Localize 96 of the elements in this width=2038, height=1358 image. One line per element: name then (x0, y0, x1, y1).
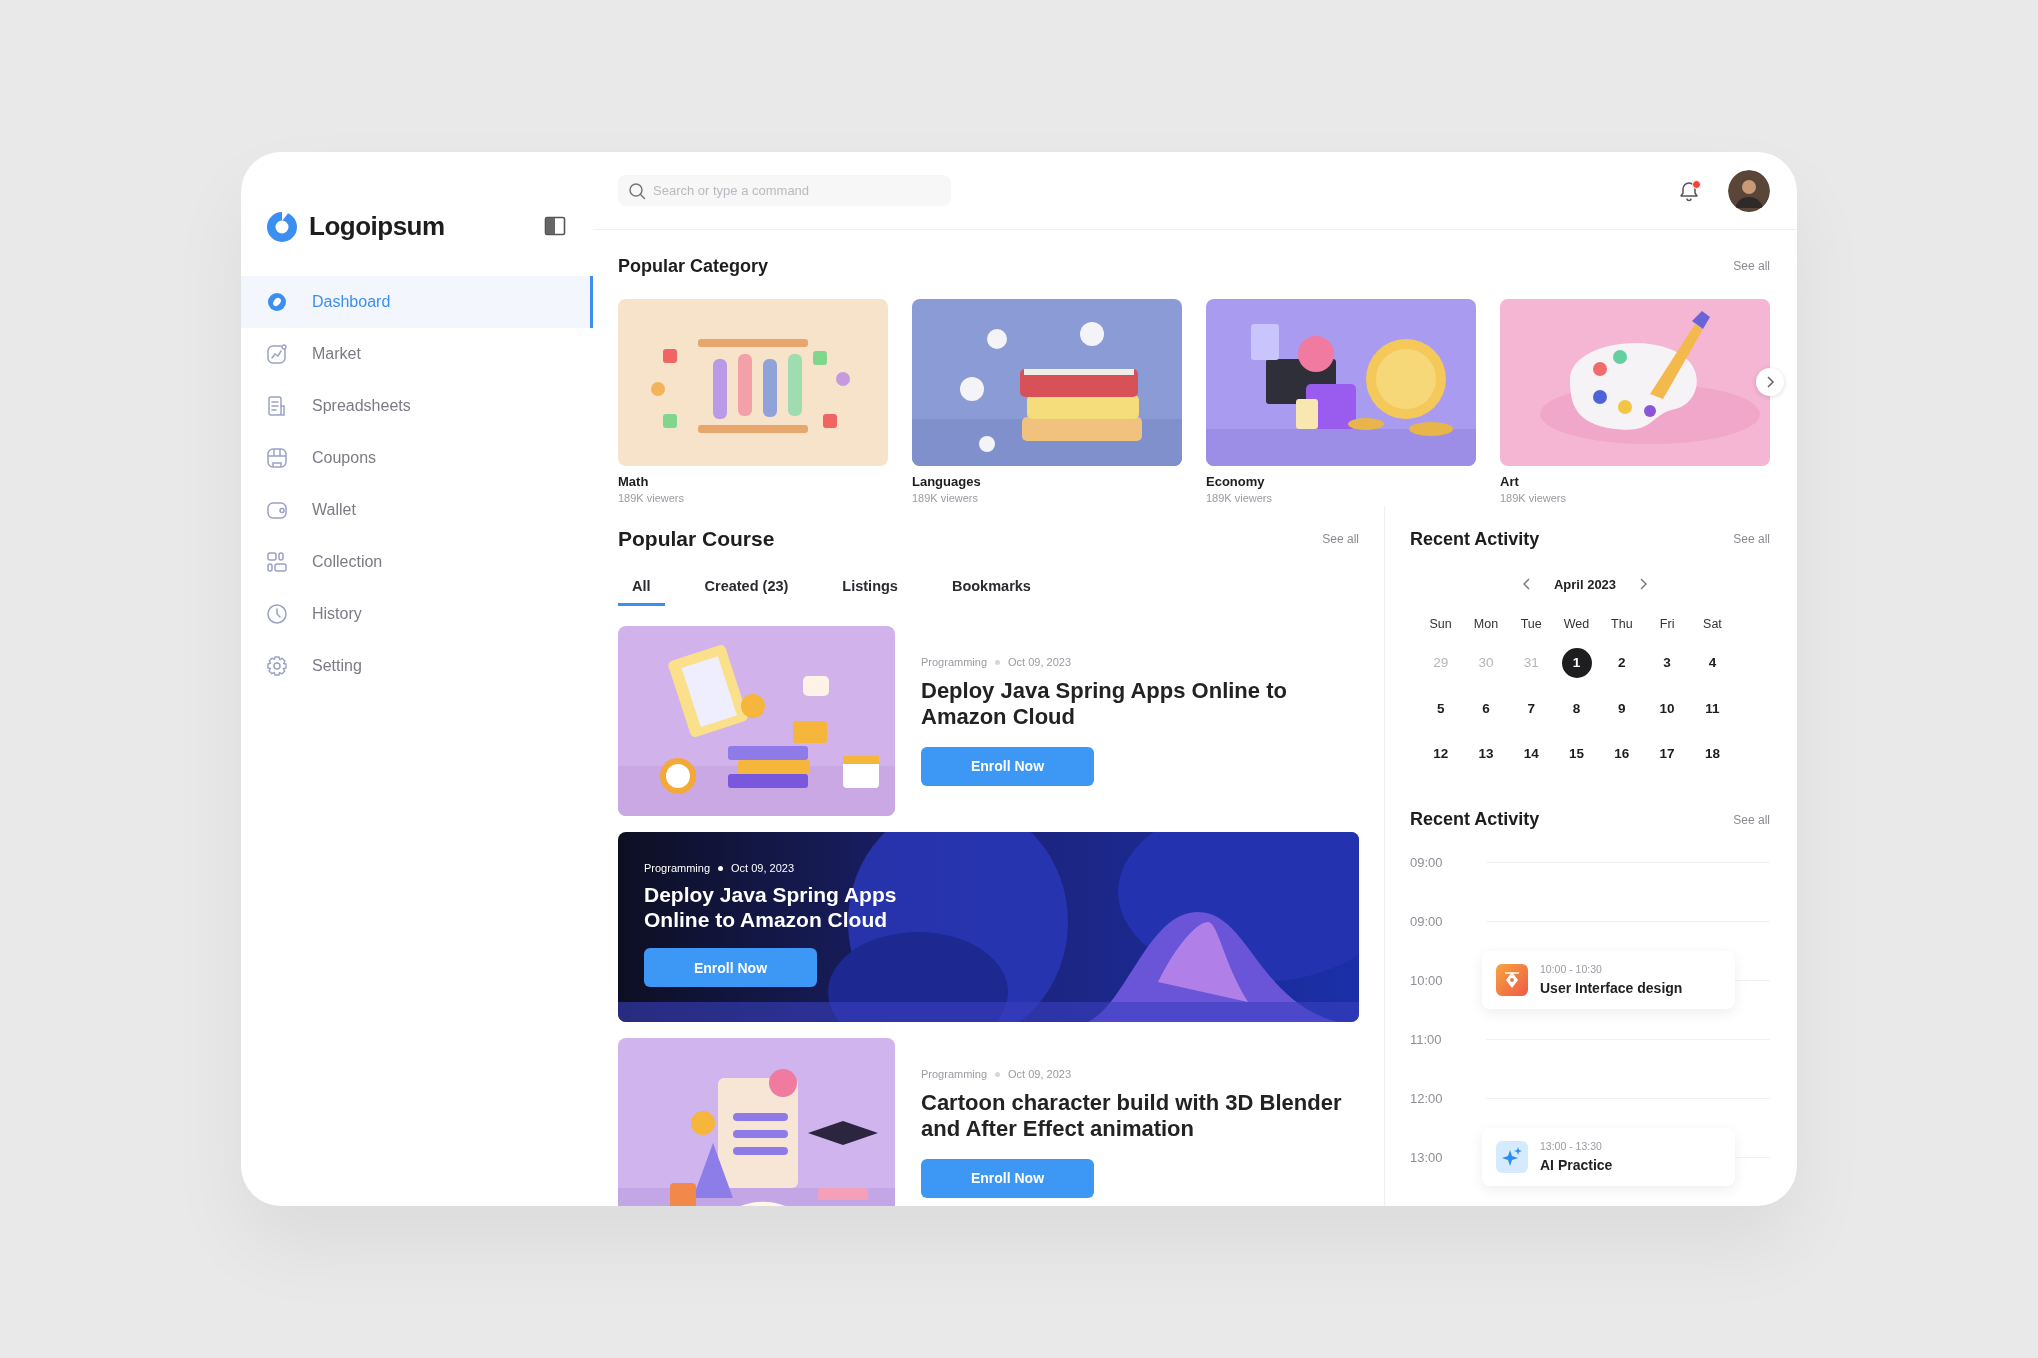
category-name[interactable]: Math (618, 474, 888, 489)
weekday-label: Mon (1473, 617, 1499, 631)
weekday-label: Tue (1520, 617, 1542, 631)
calendar-day[interactable]: 6 (1470, 693, 1501, 724)
sidebar-item[interactable]: Collection (241, 536, 593, 588)
calendar-day[interactable]: 15 (1561, 738, 1592, 769)
tab[interactable]: Listings (828, 574, 912, 606)
sidebar-item[interactable]: History (241, 588, 593, 640)
time-label: 13:00 (1410, 1149, 1444, 1165)
calendar-day[interactable]: 4 (1697, 647, 1728, 678)
calendar-day[interactable]: 13 (1470, 738, 1501, 769)
course-title[interactable]: Cartoon character build with 3D Blender and After Effect animation (921, 1090, 1359, 1143)
course-title[interactable]: Deploy Java Spring Apps Online to Amazon Cloud (644, 882, 944, 933)
time-label: 11:00 (1410, 1031, 1443, 1047)
viewer-count: 189K viewers (618, 492, 686, 504)
logo-icon (265, 209, 299, 243)
pen-tool-icon (1496, 963, 1528, 996)
dashboard-icon (266, 291, 288, 313)
sidebar-item[interactable]: Market (241, 328, 593, 380)
course-title[interactable]: Deploy Java Spring Apps Online to Amazon Cloud (921, 678, 1359, 731)
weekday-label: Sat (1703, 617, 1722, 631)
wallet-icon (266, 499, 288, 521)
grid-icon (266, 551, 288, 573)
time-label: 09:00 (1410, 854, 1444, 870)
document-icon (266, 395, 288, 417)
chevron-right-icon[interactable] (1638, 578, 1649, 590)
sidebar-item[interactable]: Setting (241, 640, 593, 692)
see-all-link[interactable]: See all (1322, 532, 1359, 546)
store-icon (266, 447, 288, 469)
sidebar-item[interactable]: Spreadsheets (241, 380, 593, 432)
calendar-day[interactable]: 3 (1652, 647, 1683, 678)
event-time: 10:00 - 10:30 (1540, 963, 1603, 975)
viewer-count: 189K viewers (912, 492, 980, 504)
course-date: Oct 09, 2023 (1008, 656, 1072, 668)
event-title: AI Practice (1540, 1157, 1613, 1173)
course-category: Programming (921, 656, 988, 668)
chart-icon (266, 343, 288, 365)
category-name[interactable]: Languages (912, 474, 1182, 489)
calendar-day[interactable]: 18 (1697, 738, 1728, 769)
course-date: Oct 09, 2023 (1008, 1068, 1072, 1080)
clock-icon (266, 603, 288, 625)
sidebar-item[interactable]: Coupons (241, 432, 593, 484)
calendar-day[interactable]: 11 (1697, 693, 1728, 724)
category-name[interactable]: Art (1500, 474, 1770, 489)
see-all-link[interactable]: See all (1733, 812, 1770, 827)
tab[interactable]: Bookmarks (937, 574, 1045, 606)
panel-toggle-icon[interactable] (544, 215, 566, 237)
avatar[interactable] (1728, 169, 1770, 212)
viewer-count: 189K viewers (1500, 492, 1568, 504)
viewer-count: 189K viewers (1206, 492, 1274, 504)
weekday-label: Wed (1563, 617, 1590, 631)
time-label: 12:00 (1410, 1090, 1444, 1106)
calendar-day[interactable]: 1 (1561, 647, 1592, 678)
settings-icon (266, 655, 288, 677)
brand-name: Logoipsum (309, 210, 446, 242)
calendar-day[interactable]: 9 (1606, 693, 1637, 724)
bell-icon[interactable] (1678, 179, 1700, 202)
time-label: 10:00 (1410, 972, 1444, 988)
sidebar-item[interactable]: Wallet (241, 484, 593, 536)
chevron-right-icon (1765, 376, 1775, 388)
weekday-label: Sun (1429, 617, 1452, 631)
see-all-link[interactable]: See all (1733, 259, 1770, 273)
event-card[interactable]: 10:00 - 10:30 User Interface design (1482, 950, 1735, 1009)
category-name[interactable]: Economy (1206, 474, 1476, 489)
calendar-day[interactable]: 17 (1652, 738, 1683, 769)
section-title: Popular Course (618, 527, 775, 551)
course-date: Oct 09, 2023 (731, 862, 795, 874)
course-category: Programming (921, 1068, 988, 1080)
chevron-left-icon[interactable] (1521, 578, 1532, 590)
tab[interactable]: All (618, 574, 665, 606)
month-label: April 2023 (1553, 576, 1617, 592)
section-title: Popular Category (618, 255, 769, 277)
weekday-label: Thu (1611, 617, 1633, 631)
event-title: User Interface design (1540, 980, 1683, 996)
separator-dot (718, 865, 724, 871)
calendar-day[interactable]: 2 (1606, 647, 1637, 678)
event-card[interactable]: 13:00 - 13:30 AI Practice (1482, 1127, 1735, 1186)
time-label: 09:00 (1410, 913, 1444, 929)
section-title: Recent Activity (1410, 809, 1540, 830)
calendar-day[interactable]: 14 (1516, 738, 1547, 769)
event-time: 13:00 - 13:30 (1540, 1140, 1603, 1152)
calendar-day[interactable]: 7 (1516, 693, 1547, 724)
separator-dot (995, 1071, 1001, 1077)
weekday-label: Fri (1659, 617, 1675, 631)
calendar-day[interactable]: 5 (1425, 693, 1456, 724)
see-all-link[interactable]: See all (1733, 532, 1770, 546)
calendar-day[interactable]: 12 (1425, 738, 1456, 769)
calendar-day[interactable]: 8 (1561, 693, 1592, 724)
calendar-day[interactable]: 10 (1652, 693, 1683, 724)
search-field[interactable]: Search or type a command (618, 175, 951, 206)
sparkle-icon (1496, 1140, 1528, 1173)
tab[interactable]: Created (23) (690, 574, 803, 606)
separator-dot (995, 659, 1001, 665)
course-category: Programming (644, 862, 711, 874)
calendar-day[interactable]: 16 (1606, 738, 1637, 769)
section-title: Recent Activity (1410, 528, 1540, 550)
